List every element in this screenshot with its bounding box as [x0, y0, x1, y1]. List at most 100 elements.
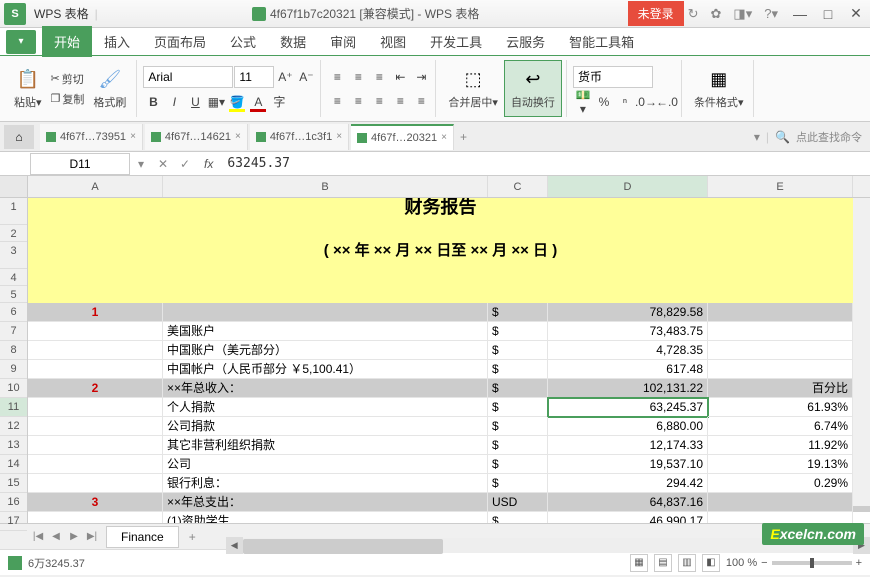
row-header-13[interactable]: 13: [0, 436, 27, 455]
search-icon[interactable]: 🔍: [775, 130, 790, 144]
cell-D8[interactable]: 4,728.35: [548, 341, 708, 360]
close-tab-icon[interactable]: ×: [441, 132, 447, 143]
row-header-6[interactable]: 6: [0, 303, 27, 322]
underline-button[interactable]: U: [185, 92, 205, 112]
row-header-8[interactable]: 8: [0, 341, 27, 360]
cell-B15[interactable]: 银行利息：: [163, 474, 488, 493]
cell-C10[interactable]: $: [488, 379, 548, 398]
cut-button[interactable]: ✂剪切: [48, 70, 88, 88]
col-header-A[interactable]: A: [28, 176, 163, 197]
table-row[interactable]: 中国账户（美元部分）$4,728.35: [28, 341, 870, 360]
cell-C16[interactable]: USD: [488, 493, 548, 512]
increase-font-button[interactable]: A⁺: [275, 67, 295, 87]
tab-list-button[interactable]: ▾: [754, 130, 760, 144]
menu-智能工具箱[interactable]: 智能工具箱: [557, 26, 646, 57]
cell-D16[interactable]: 64,837.16: [548, 493, 708, 512]
cell-E15[interactable]: 0.29%: [708, 474, 853, 493]
table-row[interactable]: 3××年总支出：USD64,837.16: [28, 493, 870, 512]
doc-tab[interactable]: 4f67f…20321×: [351, 124, 454, 150]
auto-wrap-button[interactable]: ↩ 自动换行: [504, 60, 562, 117]
menu-视图[interactable]: 视图: [368, 26, 418, 57]
menu-审阅[interactable]: 审阅: [318, 26, 368, 57]
italic-button[interactable]: I: [164, 92, 184, 112]
table-row[interactable]: 美国账户$73,483.75: [28, 322, 870, 341]
font-color-button[interactable]: A: [248, 92, 268, 112]
cell-B11[interactable]: 个人捐款: [163, 398, 488, 417]
decrease-font-button[interactable]: A⁻: [296, 67, 316, 87]
merge-center-button[interactable]: ⬚ 合并居中▾: [442, 60, 504, 117]
zoom-in-button[interactable]: +: [856, 557, 862, 569]
page-layout-button[interactable]: ▤: [654, 554, 672, 572]
login-badge[interactable]: 未登录: [628, 1, 684, 26]
cell-B10[interactable]: ××年总收入：: [163, 379, 488, 398]
cell-A6[interactable]: 1: [28, 303, 163, 322]
table-row[interactable]: 公司$19,537.1019.13%: [28, 455, 870, 474]
menu-开始[interactable]: 开始: [42, 26, 92, 57]
table-row[interactable]: 中国帐户（人民币部分 ￥5,100.41）$617.48: [28, 360, 870, 379]
indent-right-button[interactable]: ⇥: [411, 67, 431, 87]
dec-indent-button[interactable]: ≡: [390, 91, 410, 111]
row-header-7[interactable]: 7: [0, 322, 27, 341]
cell-B7[interactable]: 美国账户: [163, 322, 488, 341]
doc-tab[interactable]: 4f67f…14621×: [145, 124, 248, 150]
col-header-E[interactable]: E: [708, 176, 853, 197]
spreadsheet-grid[interactable]: 1234567891011121314151617 ABCDE 财务报告( ××…: [0, 176, 870, 523]
cell-E16[interactable]: [708, 493, 853, 512]
cell-D6[interactable]: 78,829.58: [548, 303, 708, 322]
cell-A11[interactable]: [28, 398, 163, 417]
confirm-edit-button[interactable]: ✓: [174, 153, 196, 175]
cell-D10[interactable]: 102,131.22: [548, 379, 708, 398]
row-header-2[interactable]: 2: [0, 225, 27, 242]
cell-E6[interactable]: [708, 303, 853, 322]
cell-E7[interactable]: [708, 322, 853, 341]
cell-E17[interactable]: [708, 512, 853, 523]
settings-icon[interactable]: ✿: [707, 4, 726, 24]
cell-B14[interactable]: 公司: [163, 455, 488, 474]
col-header-C[interactable]: C: [488, 176, 548, 197]
dec-decimal-button[interactable]: ←.0: [657, 92, 677, 112]
row-header-1[interactable]: 1: [0, 198, 27, 225]
col-header-B[interactable]: B: [163, 176, 488, 197]
cancel-edit-button[interactable]: ✕: [152, 153, 174, 175]
menu-页面布局[interactable]: 页面布局: [142, 26, 218, 57]
bold-button[interactable]: B: [143, 92, 163, 112]
cell-B9[interactable]: 中国帐户（人民币部分 ￥5,100.41）: [163, 360, 488, 379]
cell-E11[interactable]: 61.93%: [708, 398, 853, 417]
number-format-select[interactable]: [573, 66, 653, 88]
close-tab-icon[interactable]: ×: [235, 131, 241, 142]
row-header-15[interactable]: 15: [0, 474, 27, 493]
cell-B17[interactable]: (1)资助学生: [163, 512, 488, 523]
file-menu-icon[interactable]: ▾: [6, 30, 36, 54]
cell-D13[interactable]: 12,174.33: [548, 436, 708, 455]
cell-B13[interactable]: 其它非营利组织捐款: [163, 436, 488, 455]
doc-tab[interactable]: 4f67f…1c3f1×: [250, 124, 349, 150]
cell-B12[interactable]: 公司捐款: [163, 417, 488, 436]
font-select[interactable]: [143, 66, 233, 88]
name-box[interactable]: [30, 153, 130, 175]
cell-A8[interactable]: [28, 341, 163, 360]
cell-A17[interactable]: [28, 512, 163, 523]
cell-D11[interactable]: 63,245.37: [548, 398, 708, 417]
reading-view-button[interactable]: ◧: [702, 554, 720, 572]
cell-C14[interactable]: $: [488, 455, 548, 474]
row-header-11[interactable]: 11: [0, 398, 27, 417]
row-header-14[interactable]: 14: [0, 455, 27, 474]
menu-开发工具[interactable]: 开发工具: [418, 26, 494, 57]
sheet-last-button[interactable]: ▶|: [84, 531, 100, 542]
cell-D7[interactable]: 73,483.75: [548, 322, 708, 341]
cell-E8[interactable]: [708, 341, 853, 360]
cell-D14[interactable]: 19,537.10: [548, 455, 708, 474]
cell-A16[interactable]: 3: [28, 493, 163, 512]
table-row[interactable]: 公司捐款$6,880.006.74%: [28, 417, 870, 436]
col-header-D[interactable]: D: [548, 176, 708, 197]
cell-C8[interactable]: $: [488, 341, 548, 360]
row-header-10[interactable]: 10: [0, 379, 27, 398]
sync-icon[interactable]: ↻: [684, 4, 703, 24]
sheet-prev-button[interactable]: ◀: [48, 531, 64, 542]
search-command-input[interactable]: 点此查找命令: [796, 129, 862, 145]
cell-C12[interactable]: $: [488, 417, 548, 436]
copy-button[interactable]: ❐复制: [48, 90, 88, 108]
table-row[interactable]: (1)资助学生$46,990.17: [28, 512, 870, 523]
align-top-button[interactable]: ≡: [327, 67, 347, 87]
row-header-5[interactable]: 5: [0, 286, 27, 303]
